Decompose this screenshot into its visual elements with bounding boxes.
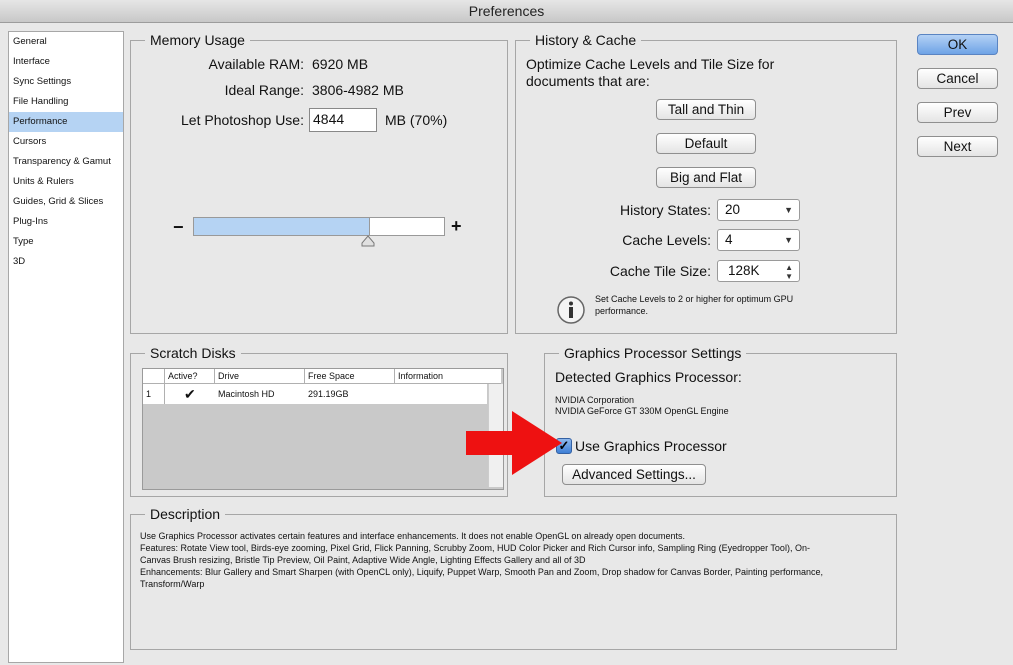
red-arrow-annotation [466, 411, 562, 475]
cache-tile-size-label: Cache Tile Size: [609, 263, 711, 279]
cache-tile-size-value: 128K [728, 263, 760, 278]
cache-levels-label: Cache Levels: [622, 232, 711, 248]
column-header-active[interactable]: Active? [165, 369, 215, 383]
history-cache-title: History & Cache [530, 32, 642, 48]
default-button[interactable]: Default [656, 133, 756, 154]
gpu-vendor: NVIDIA Corporation [555, 395, 635, 405]
history-cache-group: History & Cache Optimize Cache Levels an… [515, 32, 897, 334]
gpu-settings-title: Graphics Processor Settings [559, 345, 747, 361]
active-checkbox[interactable]: ✔ [181, 384, 201, 404]
cache-levels-value: 4 [725, 232, 733, 247]
info-icon [557, 296, 585, 324]
table-header: Active? Drive Free Space Information [143, 369, 501, 384]
sidebar-item-cursors[interactable]: Cursors [9, 132, 123, 152]
history-states-label: History States: [619, 202, 711, 218]
description-text: Use Graphics Processor activates certain… [140, 530, 890, 590]
sidebar-item-general[interactable]: General [9, 32, 123, 52]
memory-slider-thumb[interactable] [361, 235, 375, 247]
sidebar-item-plug-ins[interactable]: Plug-Ins [9, 212, 123, 232]
sidebar-item-sync-settings[interactable]: Sync Settings [9, 72, 123, 92]
memory-slider[interactable] [193, 217, 445, 236]
memory-usage-input[interactable]: 4844 [309, 108, 377, 132]
column-header-drive[interactable]: Drive [215, 369, 305, 383]
big-and-flat-button[interactable]: Big and Flat [656, 167, 756, 188]
information-value [395, 384, 487, 404]
description-line-5: Transform/Warp [140, 579, 205, 589]
history-states-value: 20 [725, 202, 741, 217]
use-gpu-label[interactable]: Use Graphics Processor [575, 438, 727, 454]
sidebar-item-file-handling[interactable]: File Handling [9, 92, 123, 112]
column-header-free-space[interactable]: Free Space [305, 369, 395, 383]
description-line-2: Features: Rotate View tool, Birds-eye zo… [140, 543, 810, 553]
cache-levels-select[interactable]: 4 ▼ [717, 229, 800, 251]
ideal-range-label: Ideal Range: [224, 82, 304, 98]
history-states-select[interactable]: 20 ▼ [717, 199, 800, 221]
scratch-disks-table: Active? Drive Free Space Information 1 ✔… [142, 368, 504, 490]
table-row[interactable]: 1 ✔ Macintosh HD 291.19GB [143, 384, 487, 404]
free-space-value: 291.19GB [308, 389, 349, 399]
chevron-down-icon: ▼ [784, 235, 793, 245]
sidebar-item-guides-grid-slices[interactable]: Guides, Grid & Slices [9, 192, 123, 212]
memory-increase-icon[interactable]: + [451, 216, 462, 237]
memory-usage-title: Memory Usage [145, 32, 250, 48]
chevron-down-icon: ▼ [784, 205, 793, 215]
history-cache-description: Optimize Cache Levels and Tile Size for … [526, 56, 775, 89]
detected-gpu-label: Detected Graphics Processor: [555, 369, 742, 385]
gpu-model: NVIDIA GeForce GT 330M OpenGL Engine [555, 406, 729, 416]
ok-button[interactable]: OK [917, 34, 998, 55]
available-ram-label: Available RAM: [208, 56, 304, 72]
next-button[interactable]: Next [917, 136, 998, 157]
sidebar: General Interface Sync Settings File Han… [8, 31, 124, 663]
sidebar-item-units-rulers[interactable]: Units & Rulers [9, 172, 123, 192]
cancel-button[interactable]: Cancel [917, 68, 998, 89]
sidebar-item-transparency-gamut[interactable]: Transparency & Gamut [9, 152, 123, 172]
advanced-settings-button[interactable]: Advanced Settings... [562, 464, 706, 485]
window-title: Preferences [0, 0, 1013, 23]
preferences-window: General Interface Sync Settings File Han… [0, 23, 1013, 665]
description-title: Description [145, 506, 226, 522]
sidebar-item-3d[interactable]: 3D [9, 252, 123, 272]
sidebar-item-performance[interactable]: Performance [9, 112, 123, 132]
available-ram-value: 6920 MB [312, 56, 369, 72]
column-header-information[interactable]: Information [395, 369, 501, 383]
drive-name: Macintosh HD [218, 389, 275, 399]
tall-and-thin-button[interactable]: Tall and Thin [656, 99, 756, 120]
memory-decrease-icon[interactable]: − [173, 217, 184, 238]
memory-unit-label: MB (70%) [385, 112, 448, 128]
memory-usage-group: Memory Usage Available RAM: 6920 MB Idea… [130, 32, 508, 334]
description-group: Description Use Graphics Processor activ… [130, 506, 897, 650]
sidebar-item-type[interactable]: Type [9, 232, 123, 252]
row-number: 1 [143, 384, 165, 404]
ideal-range-value: 3806-4982 MB [312, 82, 404, 98]
cache-tile-size-select[interactable]: 128K ▲ ▼ [717, 260, 800, 282]
description-line-3: Canvas Brush resizing, Bristle Tip Previ… [140, 555, 586, 565]
scratch-disks-title: Scratch Disks [145, 345, 241, 361]
scratch-disks-group: Scratch Disks Active? Drive Free Space I… [130, 345, 508, 497]
prev-button[interactable]: Prev [917, 102, 998, 123]
column-header-number [143, 369, 165, 383]
memory-slider-fill [194, 218, 370, 235]
gpu-settings-group: Graphics Processor Settings Detected Gra… [544, 345, 897, 497]
description-line-4: Enhancements: Blur Gallery and Smart Sha… [140, 567, 824, 577]
sidebar-item-interface[interactable]: Interface [9, 52, 123, 72]
cache-info-text: Set Cache Levels to 2 or higher for opti… [595, 294, 794, 316]
updown-arrows-icon: ▲ ▼ [785, 263, 793, 281]
description-line-1: Use Graphics Processor activates certain… [140, 531, 685, 541]
let-photoshop-use-label: Let Photoshop Use: [181, 112, 304, 128]
